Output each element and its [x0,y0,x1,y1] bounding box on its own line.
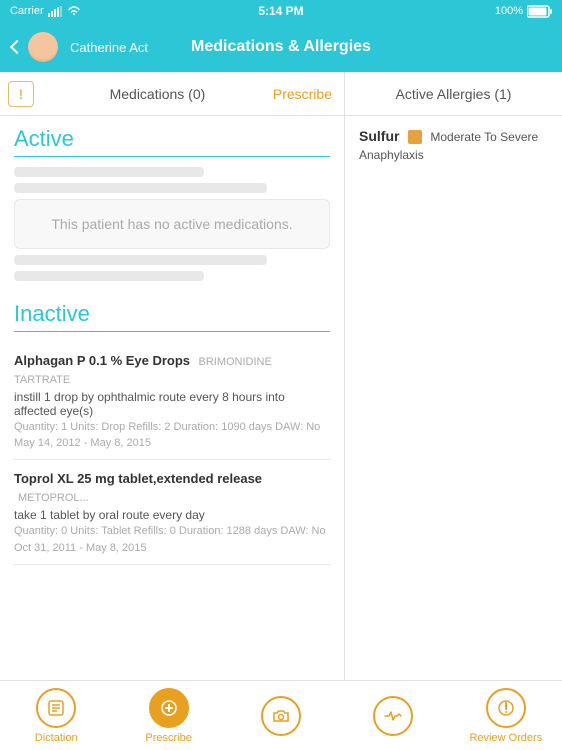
med-name-1: Alphagan P 0.1 % Eye Drops [14,353,190,368]
status-bar: Carrier 5:14 PM 100% [0,0,562,22]
inactive-section: Inactive Alphagan P 0.1 % Eye Drops BRIM… [14,301,330,565]
left-content: Active This patient has no active medica… [0,116,344,680]
medication-item-1[interactable]: Alphagan P 0.1 % Eye Drops BRIMONIDINE T… [14,342,330,460]
back-button[interactable]: Catherine Act [12,32,148,62]
med-name-2: Toprol XL 25 mg tablet,extended release [14,471,262,486]
right-panel: Active Allergies (1) Sulfur Moderate To … [345,72,562,680]
med-details-2: Quantity: 0 Units: Tablet Refills: 0 Dur… [14,524,330,539]
dictation-icon [36,688,76,728]
no-meds-text: This patient has no active medications. [51,216,292,232]
status-carrier: Carrier [10,5,82,17]
allergy-reaction-1: Anaphylaxis [359,148,548,162]
allergy-severity-text-1: Moderate To Severe [430,130,538,144]
warning-icon: ! [8,81,34,107]
patient-avatar [28,32,58,62]
med-details-1: Quantity: 1 Units: Drop Refills: 2 Durat… [14,420,330,435]
status-battery-area: 100% [495,5,552,18]
allergy-severity-icon [408,130,422,144]
carrier-text: Carrier [10,5,44,17]
tabs-row: ! Medications (0) Prescribe [0,72,344,116]
prescribe-tab-label: Prescribe [145,732,191,744]
status-time: 5:14 PM [258,4,303,18]
review-orders-label: Review Orders [469,732,542,744]
battery-icon [527,5,552,18]
no-medications-message: This patient has no active medications. [14,199,330,249]
allergies-tab-label: Active Allergies (1) [396,86,512,102]
review-orders-icon [486,688,526,728]
skeleton-line-3 [14,255,267,265]
wifi-icon [66,5,82,17]
prescribe-button[interactable]: Prescribe [273,86,344,102]
content-area: ! Medications (0) Prescribe Active This … [0,72,562,680]
back-arrow-icon [10,40,24,54]
skeleton-line-2 [14,183,267,193]
tab-dictation[interactable]: Dictation [0,688,112,744]
allergies-tab-header: Active Allergies (1) [345,72,562,116]
left-panel: ! Medications (0) Prescribe Active This … [0,72,345,680]
tab-review-orders[interactable]: Review Orders [450,688,562,744]
allergy-name-1: Sulfur [359,128,399,144]
med-instruction-2: take 1 tablet by oral route every day [14,508,330,522]
med-instruction-1: instill 1 drop by ophthalmic route every… [14,390,330,418]
nav-bar: Catherine Act Medications & Allergies [0,22,562,72]
med-dates-2: Oct 31, 2011 - May 8, 2015 [14,542,330,554]
med-generic-2: METOPROL... [18,492,89,504]
tab-camera[interactable] [225,696,337,736]
signal-icon [48,6,62,17]
camera-icon [261,696,301,736]
heartbeat-icon [373,696,413,736]
medication-item-2[interactable]: Toprol XL 25 mg tablet,extended release … [14,460,330,564]
skeleton-line-4 [14,271,204,281]
patient-name: Catherine Act [70,40,148,55]
tab-heartbeat[interactable] [337,696,449,736]
active-section-title: Active [14,126,330,157]
allergy-item-1[interactable]: Sulfur Moderate To Severe Anaphylaxis [345,116,562,174]
prescribe-icon [149,688,189,728]
inactive-section-title: Inactive [14,301,330,332]
page-title: Medications & Allergies [191,38,371,56]
dictation-label: Dictation [35,732,78,744]
battery-percent: 100% [495,5,523,17]
medications-tab[interactable]: Medications (0) [42,86,273,102]
bottom-tab-bar: Dictation Prescribe [0,680,562,750]
tab-prescribe[interactable]: Prescribe [112,688,224,744]
med-dates-1: May 14, 2012 - May 8, 2015 [14,437,330,449]
skeleton-line-1 [14,167,204,177]
